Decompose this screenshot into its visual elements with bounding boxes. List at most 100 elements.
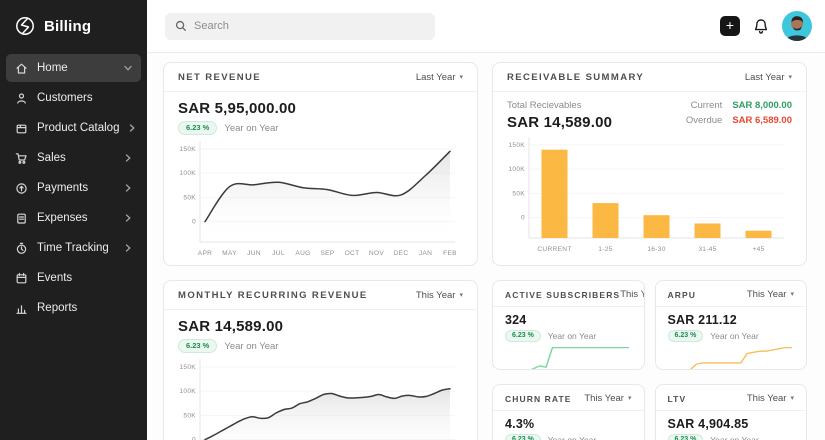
mrr-card: MONTHLY RECURRING REVENUE This Year ▾ SA…	[163, 280, 478, 440]
metric-value: SAR 211.12	[668, 313, 795, 327]
card-title: ACTIVE SUBSCRIBERS	[505, 290, 620, 300]
search-input[interactable]	[194, 20, 425, 32]
metric-value: SAR 14,589.00	[178, 318, 463, 335]
card-title: NET REVENUE	[178, 72, 261, 83]
card-title: MONTHLY RECURRING REVENUE	[178, 290, 368, 301]
sidebar-item-expenses[interactable]: Expenses	[6, 204, 141, 232]
svg-text:50K: 50K	[183, 413, 196, 420]
receivable-summary-card: RECEIVABLE SUMMARY Last Year ▾ Total Rec…	[492, 62, 807, 266]
events-icon	[15, 272, 28, 285]
period-dropdown[interactable]: Last Year ▾	[416, 72, 463, 83]
topbar-actions: +	[720, 11, 812, 41]
kpi-grid: ACTIVE SUBSCRIBERS This Year ▾ 324 6.23 …	[492, 280, 807, 440]
sidebar-item-home[interactable]: Home	[6, 54, 141, 82]
receivable-aging-chart: 050K100K150KCURRENT1-2516-3031-45+45	[507, 134, 792, 256]
period-dropdown[interactable]: This Year ▾	[747, 393, 794, 404]
chevron-right-icon	[124, 184, 132, 192]
mrr-chart: 050K100K150K	[178, 356, 463, 440]
svg-text:16-30: 16-30	[647, 246, 665, 253]
svg-text:AUG: AUG	[295, 250, 310, 257]
overdue-value: SAR 6,589.00	[732, 115, 792, 126]
yoy-caption: Year on Year	[224, 341, 278, 352]
sidebar-item-label: Payments	[37, 182, 115, 194]
period-label: This Year	[747, 289, 787, 300]
svg-text:1-25: 1-25	[598, 246, 612, 253]
reports-icon	[15, 302, 28, 315]
sidebar-item-time-tracking[interactable]: Time Tracking	[6, 234, 141, 262]
time-tracking-icon	[15, 242, 28, 255]
sidebar-item-label: Reports	[37, 302, 132, 314]
net-revenue-card: NET REVENUE Last Year ▾ SAR 5,95,000.00 …	[163, 62, 478, 266]
topbar: +	[147, 0, 825, 53]
active-subscribers-card: ACTIVE SUBSCRIBERS This Year ▾ 324 6.23 …	[492, 280, 645, 370]
svg-text:NOV: NOV	[369, 250, 384, 257]
yoy-badge: 6.23 %	[505, 330, 541, 342]
ltv-card: LTV This Year ▾ SAR 4,904.85 6.23 % Year…	[655, 384, 808, 440]
yoy-badge: 6.23 %	[178, 339, 217, 353]
payments-icon	[15, 182, 28, 195]
customers-icon	[15, 92, 28, 105]
card-title: ARPU	[668, 290, 697, 300]
chevron-right-icon	[124, 214, 132, 222]
app-logo[interactable]: Billing	[0, 0, 147, 54]
sidebar-item-label: Expenses	[37, 212, 115, 224]
arpu-sparkline	[668, 345, 795, 370]
current-value: SAR 8,000.00	[732, 100, 792, 111]
metric-value: SAR 5,95,000.00	[178, 100, 463, 117]
sidebar-item-events[interactable]: Events	[6, 264, 141, 292]
yoy-badge: 6.23 %	[668, 434, 704, 440]
sidebar-item-label: Home	[37, 62, 115, 74]
arpu-card: ARPU This Year ▾ SAR 211.12 6.23 % Year …	[655, 280, 808, 370]
net-revenue-chart: 050K100K150KAPRMAYJUNJULAUGSEPOCTNOVDECJ…	[178, 138, 463, 260]
sidebar-item-label: Customers	[37, 92, 132, 104]
svg-text:150K: 150K	[508, 142, 525, 149]
svg-text:0: 0	[521, 215, 525, 222]
total-receivables-label: Total Recievables	[507, 100, 612, 111]
yoy-caption: Year on Year	[710, 331, 758, 341]
svg-text:100K: 100K	[508, 166, 525, 173]
svg-text:MAY: MAY	[222, 250, 237, 257]
svg-text:150K: 150K	[179, 364, 196, 371]
svg-text:50K: 50K	[512, 190, 525, 197]
expenses-icon	[15, 212, 28, 225]
period-label: This Year	[416, 290, 456, 301]
metric-value: 4.3%	[505, 417, 632, 431]
chevron-down-icon: ▾	[628, 395, 632, 402]
billing-app: Billing Home Customers Product Catalog S…	[0, 0, 825, 440]
user-avatar[interactable]	[782, 11, 812, 41]
dashboard-content: NET REVENUE Last Year ▾ SAR 5,95,000.00 …	[147, 53, 825, 440]
sidebar: Billing Home Customers Product Catalog S…	[0, 0, 147, 440]
period-dropdown[interactable]: Last Year ▾	[745, 72, 792, 83]
yoy-caption: Year on Year	[710, 435, 758, 440]
sidebar-item-sales[interactable]: Sales	[6, 144, 141, 172]
sidebar-item-customers[interactable]: Customers	[6, 84, 141, 112]
period-dropdown[interactable]: This Year ▾	[584, 393, 631, 404]
sidebar-item-product-catalog[interactable]: Product Catalog	[6, 114, 141, 142]
yoy-badge: 6.23 %	[668, 330, 704, 342]
sidebar-item-payments[interactable]: Payments	[6, 174, 141, 202]
sidebar-item-label: Events	[37, 272, 132, 284]
total-receivables-value: SAR 14,589.00	[507, 114, 612, 131]
yoy-caption: Year on Year	[224, 123, 278, 134]
svg-text:CURRENT: CURRENT	[537, 246, 571, 253]
sales-icon	[15, 152, 28, 165]
sidebar-item-reports[interactable]: Reports	[6, 294, 141, 322]
notifications-button[interactable]	[753, 18, 769, 35]
period-dropdown[interactable]: This Year ▾	[747, 289, 794, 300]
sidebar-item-label: Product Catalog	[37, 122, 119, 134]
card-title: LTV	[668, 394, 687, 404]
period-dropdown[interactable]: This Year ▾	[416, 290, 463, 301]
svg-text:150K: 150K	[179, 146, 196, 153]
card-title: CHURN RATE	[505, 394, 572, 404]
yoy-badge: 6.23 %	[505, 434, 541, 440]
quick-add-button[interactable]: +	[720, 16, 740, 36]
period-label: This Year	[747, 393, 787, 404]
chevron-down-icon: ▾	[459, 74, 463, 81]
period-label: Last Year	[416, 72, 456, 83]
main-area: +	[147, 0, 825, 440]
period-dropdown[interactable]: This Year ▾	[620, 289, 644, 300]
period-label: This Year	[584, 393, 624, 404]
svg-text:0: 0	[192, 219, 196, 226]
svg-text:OCT: OCT	[345, 250, 360, 257]
svg-text:JAN: JAN	[419, 250, 432, 257]
